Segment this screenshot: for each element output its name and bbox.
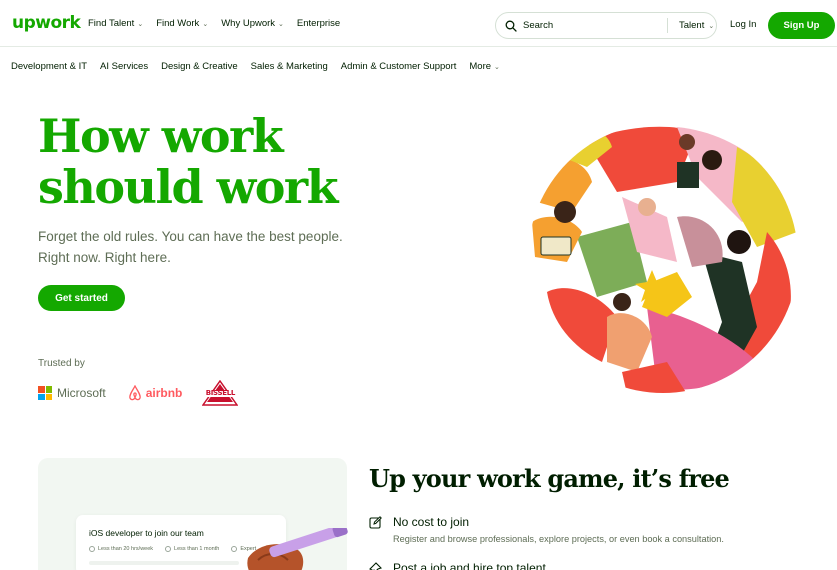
hero-subtitle: Forget the old rules. You can have the b… — [38, 226, 378, 268]
search-scope-label: Talent — [679, 20, 705, 31]
hero-illustration — [532, 126, 797, 393]
level-icon — [231, 546, 238, 552]
chevron-down-icon: ⌄ — [202, 20, 209, 28]
nav-find-talent-label: Find Talent — [88, 18, 135, 29]
pencil-hand-illustration — [247, 528, 348, 570]
category-design-creative[interactable]: Design & Creative — [161, 61, 238, 72]
signup-button[interactable]: Sign Up — [768, 12, 835, 39]
top-navigation: upwork Find Talent ⌄ Find Work ⌄ Why Upwor… — [0, 0, 837, 47]
hero-title-line-2: should work — [38, 160, 339, 214]
clock-icon — [89, 546, 95, 552]
nav-enterprise-label: Enterprise — [296, 18, 341, 29]
nav-find-work[interactable]: Find Work ⌄ — [156, 18, 208, 29]
upwork-logo[interactable]: upwork — [12, 13, 81, 33]
nav-why-upwork-label: Why Upwork — [221, 18, 276, 29]
category-sales-marketing[interactable]: Sales & Marketing — [251, 61, 328, 72]
feature-title: Post a job and hire top talent — [393, 561, 546, 570]
feature-title: No cost to join — [393, 515, 470, 529]
airbnb-logo: airbnb — [128, 385, 183, 401]
login-link[interactable]: Log In — [730, 19, 756, 30]
search-divider — [667, 18, 668, 33]
bissell-wordmark: BISSELL — [205, 389, 236, 397]
main-nav: Find Talent ⌄ Find Work ⌄ Why Upwork ⌄ Ente… — [88, 18, 353, 29]
trusted-logos: Microsoft airbnb BISSELL — [38, 379, 239, 406]
hero-subtitle-line-2: Right now. Right here. — [38, 250, 171, 265]
nav-why-upwork[interactable]: Why Upwork ⌄ — [221, 18, 284, 29]
category-more-label: More — [469, 61, 492, 72]
search-input[interactable] — [523, 20, 653, 31]
calendar-icon — [165, 546, 172, 552]
airbnb-icon — [128, 385, 141, 401]
nav-find-work-label: Find Work — [156, 18, 200, 29]
job-placeholder-line — [89, 561, 239, 565]
job-meta-duration: Less than 1 month — [165, 546, 219, 552]
chevron-down-icon: ⌄ — [494, 63, 500, 71]
search-icon — [505, 20, 517, 32]
category-development-it[interactable]: Development & IT — [11, 61, 87, 72]
microsoft-logo: Microsoft — [38, 386, 106, 400]
search-bar[interactable]: Talent ⌄ — [495, 12, 717, 39]
job-meta-hours: Less than 20 hrs/week — [89, 546, 153, 552]
get-started-button[interactable]: Get started — [38, 285, 125, 311]
feature-description: Register and browse professionals, explo… — [393, 534, 724, 544]
category-admin-support[interactable]: Admin & Customer Support — [341, 61, 457, 72]
section-title: Up your work game, it’s free — [369, 464, 730, 493]
job-meta-hours-label: Less than 20 hrs/week — [98, 546, 154, 552]
microsoft-icon — [38, 386, 52, 400]
category-ai-services[interactable]: AI Services — [100, 61, 148, 72]
bissell-logo: BISSELL — [201, 379, 239, 406]
category-bar: Development & IT AI Services Design & Cr… — [11, 61, 513, 72]
edit-icon — [369, 516, 382, 529]
chevron-down-icon: ⌄ — [278, 20, 284, 28]
hero-title-line-1: How work — [38, 109, 284, 163]
hero-title: How work should work — [38, 111, 458, 213]
search-scope-dropdown[interactable]: Talent ⌄ — [679, 20, 714, 31]
pin-icon — [369, 562, 382, 570]
nav-find-talent[interactable]: Find Talent ⌄ — [88, 18, 143, 29]
airbnb-wordmark: airbnb — [145, 386, 183, 400]
chevron-down-icon: ⌄ — [137, 20, 144, 28]
job-title: iOS developer to join our team — [89, 528, 204, 538]
chevron-down-icon: ⌄ — [708, 22, 715, 30]
category-more[interactable]: More ⌄ — [469, 61, 500, 72]
nav-enterprise[interactable]: Enterprise — [297, 18, 340, 29]
hero-subtitle-line-1: Forget the old rules. You can have the b… — [38, 229, 343, 244]
microsoft-wordmark: Microsoft — [57, 386, 106, 400]
trusted-by-label: Trusted by — [38, 358, 85, 369]
job-meta-duration-label: Less than 1 month — [174, 546, 220, 552]
